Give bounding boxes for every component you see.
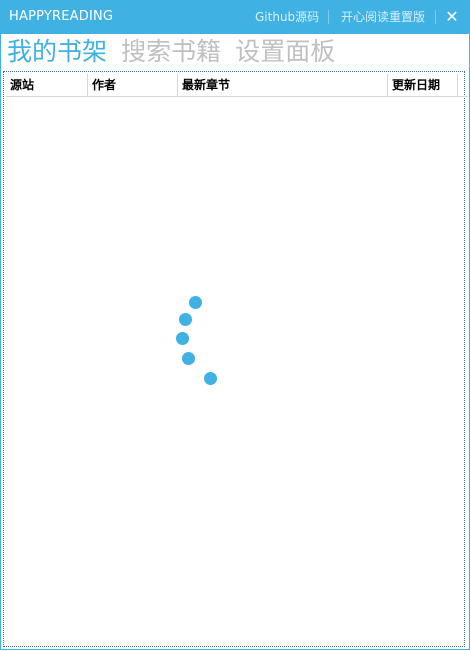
bookshelf-panel: 源站 作者 最新章节 更新日期 xyxy=(3,71,468,647)
bookshelf-table-header: 源站 作者 最新章节 更新日期 xyxy=(6,74,468,97)
column-header-update-date[interactable]: 更新日期 xyxy=(388,74,458,96)
titlebar-divider xyxy=(435,10,436,24)
app-title: HAPPYREADING xyxy=(9,9,114,24)
titlebar-divider xyxy=(328,10,329,24)
tab-search-books[interactable]: 搜索书籍 xyxy=(121,37,221,67)
column-header-source[interactable]: 源站 xyxy=(6,74,88,96)
main-window: HAPPYREADING Github源码 开心阅读重置版 ✕ 我的书架 搜索书… xyxy=(0,0,470,650)
happy-reading-reset-link[interactable]: 开心阅读重置版 xyxy=(341,9,425,25)
tab-my-bookshelf[interactable]: 我的书架 xyxy=(7,37,107,67)
column-header-author[interactable]: 作者 xyxy=(88,74,178,96)
close-icon: ✕ xyxy=(445,7,459,26)
close-button[interactable]: ✕ xyxy=(441,6,463,28)
github-source-link[interactable]: Github源码 xyxy=(255,9,319,25)
tab-settings-panel[interactable]: 设置面板 xyxy=(235,37,335,67)
column-header-latest-chapter[interactable]: 最新章节 xyxy=(178,74,388,96)
title-bar: HAPPYREADING Github源码 开心阅读重置版 ✕ xyxy=(1,1,469,34)
main-tabs: 我的书架 搜索书籍 设置面板 xyxy=(7,37,344,69)
